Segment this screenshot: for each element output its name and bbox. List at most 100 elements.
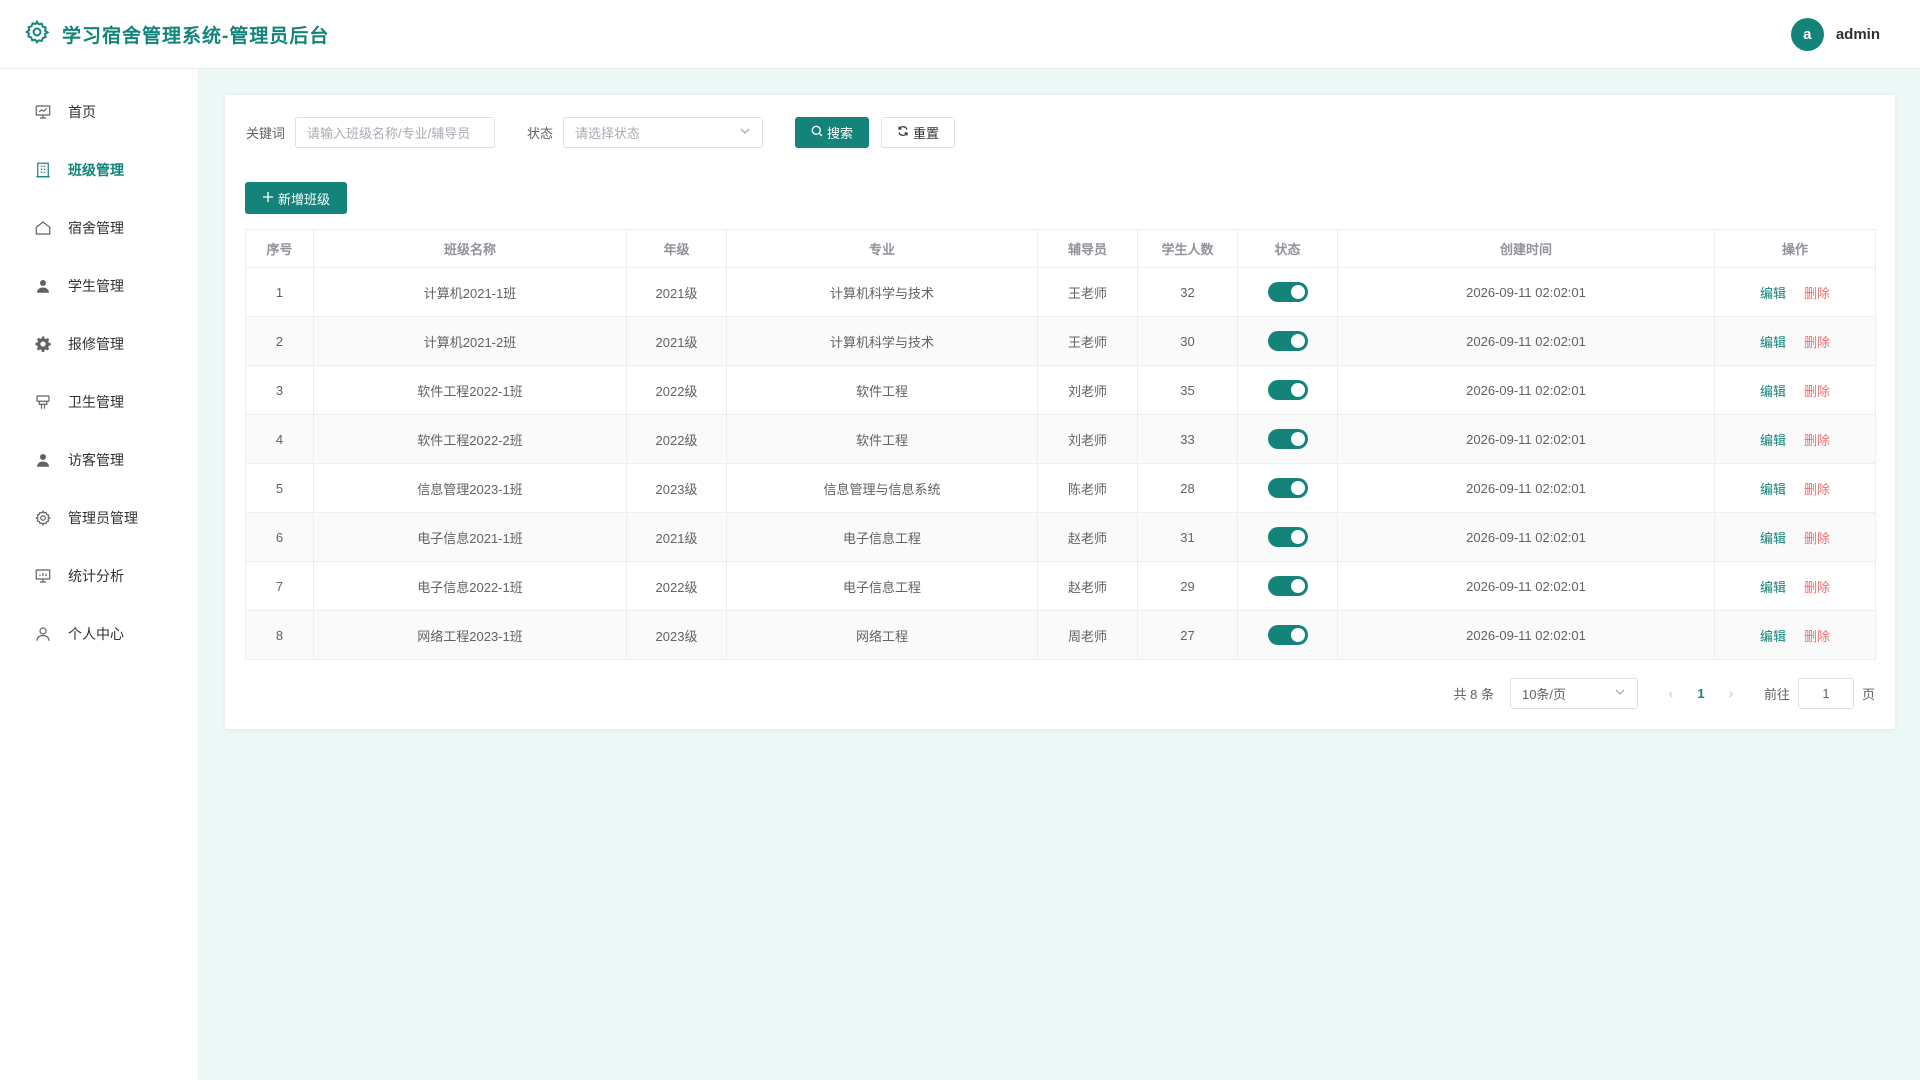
delete-link[interactable]: 删除 — [1804, 286, 1830, 301]
brush-icon — [34, 393, 52, 411]
reset-button[interactable]: 重置 — [881, 116, 956, 148]
sidebar-item-dorm[interactable]: 宿舍管理 — [0, 199, 198, 257]
prev-page-button[interactable]: ‹ — [1656, 685, 1686, 701]
cell-count: 31 — [1137, 512, 1238, 562]
column-header: 班级名称 — [313, 229, 627, 268]
cell-name: 软件工程2022-2班 — [313, 414, 627, 464]
delete-link[interactable]: 删除 — [1804, 335, 1830, 350]
cell-created: 2026-09-11 02:02:01 — [1337, 561, 1715, 611]
gear-icon — [34, 335, 52, 353]
sidebar-item-label: 访客管理 — [68, 452, 124, 468]
app-title: 学习宿舍管理系统-管理员后台 — [62, 25, 330, 47]
delete-link[interactable]: 删除 — [1804, 531, 1830, 546]
table-row: 5 信息管理2023-1班 2023级 信息管理与信息系统 陈老师 28 202… — [245, 463, 1876, 513]
cell-status — [1237, 561, 1338, 611]
avatar[interactable]: a — [1790, 17, 1824, 51]
edit-link[interactable]: 编辑 — [1760, 531, 1786, 546]
app-header: 学习宿舍管理系统-管理员后台 a admin — [0, 0, 1920, 69]
delete-link[interactable]: 删除 — [1804, 433, 1830, 448]
sidebar-item-profile[interactable]: 个人中心 — [0, 605, 198, 663]
reset-button-label: 重置 — [913, 125, 940, 141]
class-table: 序号 班级名称 年级 专业 辅导员 学生人数 状态 创建时间 操作 1 计算机2… — [245, 229, 1876, 660]
delete-link[interactable]: 删除 — [1804, 384, 1830, 399]
settings-logo-icon — [24, 19, 50, 50]
username[interactable]: admin — [1836, 26, 1880, 43]
sidebar-item-class[interactable]: 班级管理 — [0, 141, 198, 199]
cell-counselor: 刘老师 — [1037, 414, 1138, 464]
cell-no: 4 — [245, 414, 314, 464]
sidebar-item-admin[interactable]: 管理员管理 — [0, 489, 198, 547]
status-switch[interactable] — [1267, 429, 1308, 449]
cell-created: 2026-09-11 02:02:01 — [1337, 267, 1715, 317]
cell-count: 29 — [1137, 561, 1238, 611]
cell-actions: 编辑 删除 — [1714, 561, 1876, 611]
edit-link[interactable]: 编辑 — [1760, 286, 1786, 301]
page-number[interactable]: 1 — [1686, 686, 1716, 701]
cell-grade: 2022级 — [626, 414, 727, 464]
status-switch[interactable] — [1267, 331, 1308, 351]
sidebar: 首页 班级管理 宿舍管理 学生管理 报修管理 卫生管理 访客管理 管理员管理 统… — [0, 69, 199, 1080]
search-button-label: 搜索 — [827, 125, 854, 141]
column-header: 学生人数 — [1137, 229, 1238, 268]
user-menu[interactable]: a admin — [1790, 17, 1880, 51]
cell-status — [1237, 267, 1338, 317]
column-header: 操作 — [1714, 229, 1876, 268]
status-switch[interactable] — [1267, 380, 1308, 400]
keyword-input[interactable]: 请输入班级名称/专业/辅导员 — [295, 116, 496, 148]
cell-count: 27 — [1137, 610, 1238, 660]
delete-link[interactable]: 删除 — [1804, 629, 1830, 644]
delete-link[interactable]: 删除 — [1804, 580, 1830, 595]
cell-no: 6 — [245, 512, 314, 562]
sidebar-item-label: 统计分析 — [68, 568, 124, 584]
cell-counselor: 王老师 — [1037, 316, 1138, 366]
cell-created: 2026-09-11 02:02:01 — [1337, 512, 1715, 562]
table-row: 2 计算机2021-2班 2021级 计算机科学与技术 王老师 30 2026-… — [245, 316, 1876, 366]
cell-count: 30 — [1137, 316, 1238, 366]
page-size-select[interactable]: 10条/页 — [1509, 677, 1638, 709]
cell-major: 电子信息工程 — [726, 512, 1038, 562]
cell-major: 计算机科学与技术 — [726, 267, 1038, 317]
edit-link[interactable]: 编辑 — [1760, 482, 1786, 497]
edit-link[interactable]: 编辑 — [1760, 629, 1786, 644]
cell-actions: 编辑 删除 — [1714, 316, 1876, 366]
edit-link[interactable]: 编辑 — [1760, 335, 1786, 350]
cell-status — [1237, 316, 1338, 366]
cell-actions: 编辑 删除 — [1714, 512, 1876, 562]
keyword-label: 关键词 — [246, 125, 286, 141]
page-suffix: 页 — [1861, 686, 1875, 702]
cell-status — [1237, 512, 1338, 562]
sidebar-item-student[interactable]: 学生管理 — [0, 257, 198, 315]
edit-link[interactable]: 编辑 — [1760, 580, 1786, 595]
cell-grade: 2021级 — [626, 512, 727, 562]
delete-link[interactable]: 删除 — [1804, 482, 1830, 497]
sidebar-item-visitor[interactable]: 访客管理 — [0, 431, 198, 489]
sidebar-item-home[interactable]: 首页 — [0, 83, 198, 141]
status-switch[interactable] — [1267, 478, 1308, 498]
cell-no: 7 — [245, 561, 314, 611]
status-switch[interactable] — [1267, 527, 1308, 547]
status-switch[interactable] — [1267, 576, 1308, 596]
status-select[interactable]: 请选择状态 — [563, 116, 764, 148]
cell-counselor: 赵老师 — [1037, 561, 1138, 611]
next-page-button[interactable]: › — [1716, 685, 1746, 701]
add-class-button[interactable]: 新增班级 — [245, 182, 347, 214]
cell-counselor: 周老师 — [1037, 610, 1138, 660]
goto-page-input[interactable]: 1 — [1797, 677, 1854, 709]
edit-link[interactable]: 编辑 — [1760, 433, 1786, 448]
user-outline-icon — [34, 625, 52, 643]
chevron-down-icon — [739, 125, 751, 140]
edit-link[interactable]: 编辑 — [1760, 384, 1786, 399]
cell-count: 33 — [1137, 414, 1238, 464]
status-switch[interactable] — [1267, 625, 1308, 645]
status-switch[interactable] — [1267, 282, 1308, 302]
sidebar-item-hygiene[interactable]: 卫生管理 — [0, 373, 198, 431]
search-icon — [811, 125, 823, 140]
table-row: 4 软件工程2022-2班 2022级 软件工程 刘老师 33 2026-09-… — [245, 414, 1876, 464]
cell-major: 软件工程 — [726, 414, 1038, 464]
cell-status — [1237, 414, 1338, 464]
sidebar-item-repair[interactable]: 报修管理 — [0, 315, 198, 373]
cell-name: 计算机2021-1班 — [313, 267, 627, 317]
sidebar-item-stats[interactable]: 统计分析 — [0, 547, 198, 605]
cell-name: 计算机2021-2班 — [313, 316, 627, 366]
search-button[interactable]: 搜索 — [795, 116, 870, 148]
